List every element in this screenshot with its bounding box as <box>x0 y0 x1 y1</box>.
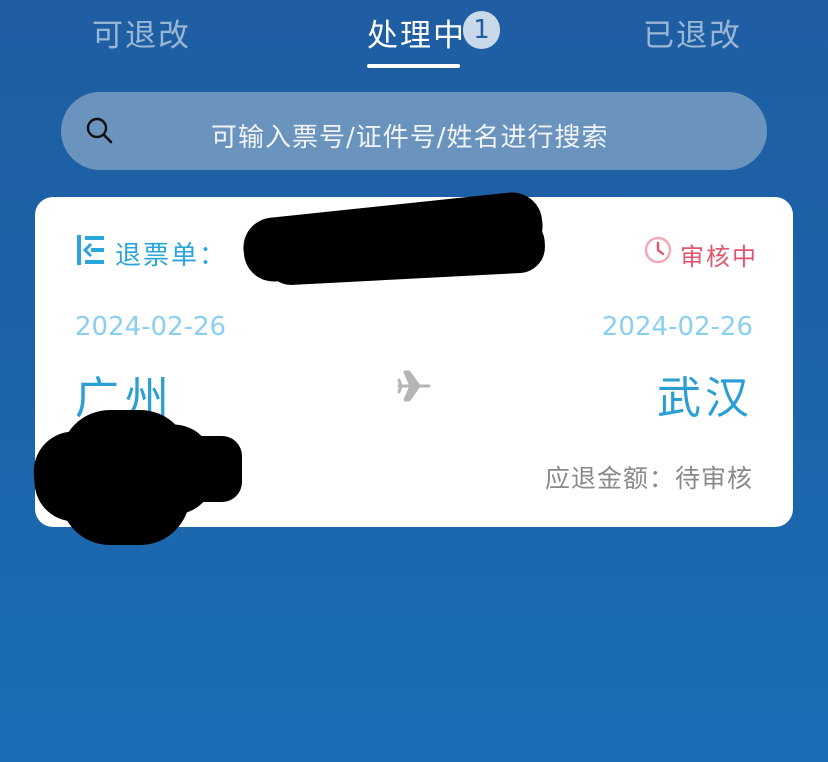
processing-count-badge: 1 <box>463 11 500 49</box>
tab-refundable[interactable]: 可退改 <box>92 10 191 55</box>
refund-amount: 应退金额：待审核 <box>544 464 753 493</box>
redaction-mark <box>150 436 242 502</box>
search-placeholder: 可输入票号/证件号/姓名进行搜索 <box>211 123 609 153</box>
search-bar[interactable]: 可输入票号/证件号/姓名进行搜索 <box>61 92 767 170</box>
ticket-label: 退票单： <box>115 241 228 271</box>
plane-icon <box>397 370 431 402</box>
tab-refunded[interactable]: 已退改 <box>643 10 742 55</box>
clock-icon <box>644 236 672 264</box>
destination-city: 武汉 <box>657 373 753 424</box>
active-tab-indicator <box>367 64 460 68</box>
arrival-date: 2024-02-26 <box>601 312 753 342</box>
tab-processing[interactable]: 处理中 <box>367 10 466 55</box>
search-icon <box>86 117 113 144</box>
tab-bar: 可退改 处理中 1 已退改 <box>0 0 828 70</box>
ticket-list-icon <box>77 235 104 265</box>
review-status: 审核中 <box>680 243 758 271</box>
departure-date: 2024-02-26 <box>75 312 227 342</box>
